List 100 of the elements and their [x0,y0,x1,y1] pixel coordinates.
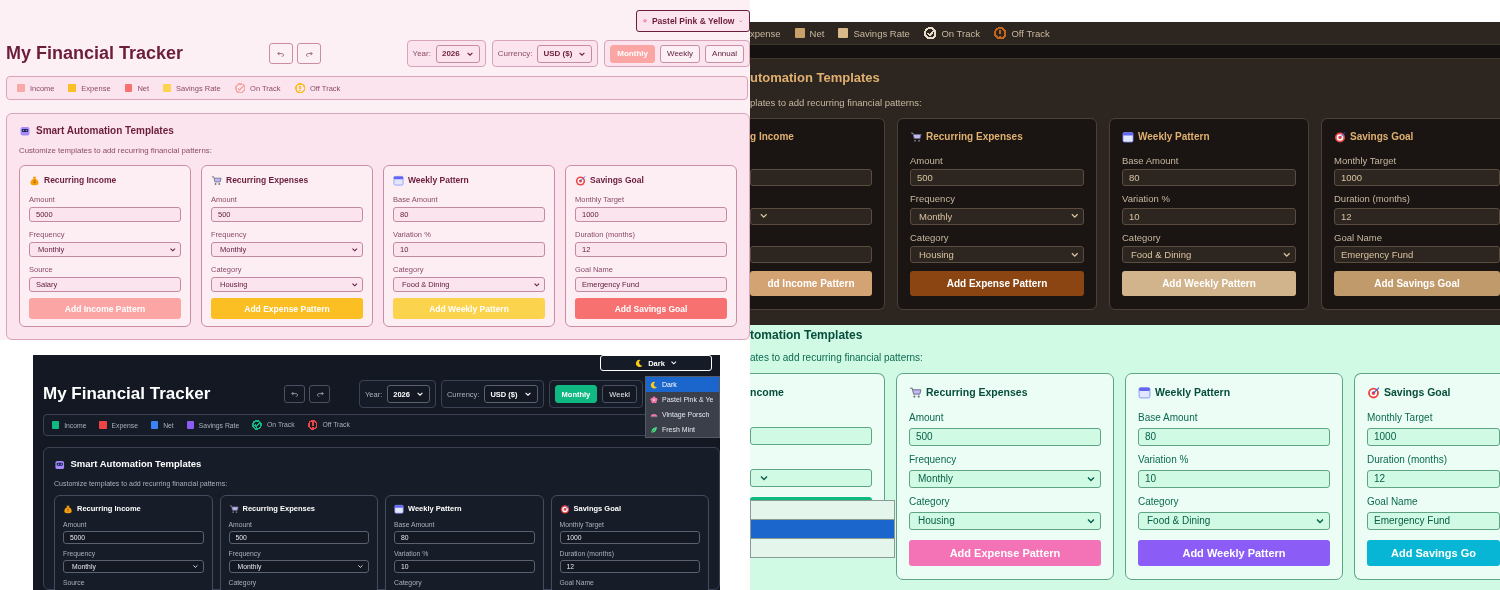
chevron-icon [523,390,532,398]
cart-icon [910,130,922,143]
input-field[interactable]: 80 [1122,169,1296,187]
input-field[interactable]: Emergency Fund [1367,511,1500,530]
card-title: Weekly Pattern [408,175,469,186]
theme-select[interactable]: Pastel Pink & Yellow [636,10,750,32]
card-title: ncome [750,385,784,399]
calendar-icon [1138,385,1151,399]
card-title: Recurring Expenses [926,386,1028,399]
chevron-icon [669,359,678,367]
dropdown[interactable] [750,469,872,488]
chevron-icon [532,280,540,289]
field-label: Duration (months) [1334,193,1412,205]
cart-icon [211,175,222,186]
redo-icon [315,391,324,397]
card-title: Recurring Income [44,175,117,186]
input-field[interactable] [750,246,872,264]
input-field[interactable] [750,169,872,187]
dropdown[interactable]: Food & Dining [1138,511,1330,530]
cart-icon [228,503,239,514]
card-title: Weekly Pattern [1155,386,1231,399]
dropdown[interactable]: Monthly [910,207,1084,225]
field-label: Category [910,231,950,244]
input-field[interactable]: Emergency Fund [1334,246,1500,264]
section-title: tomation Templates [750,329,863,343]
add-button[interactable]: Add Expense Pattern [910,271,1084,297]
chevron-icon [350,280,358,289]
robot-icon [54,459,66,471]
field-label: Category [909,495,951,508]
target-icon [575,175,586,186]
calendar-icon [1122,130,1134,143]
undo-button[interactable] [269,43,294,64]
chevron-icon [357,562,364,570]
undo-button[interactable] [284,385,306,403]
field-label: Amount [909,411,945,424]
dropdown[interactable]: Food & Dining [1122,246,1296,264]
chevron-icon [759,211,769,221]
field-label: Variation % [1138,453,1190,466]
period-tab[interactable]: Weekly [660,44,701,63]
undo-icon [277,50,286,57]
card-title: Recurring Expenses [226,175,309,186]
currency-select[interactable]: USD ($) [537,44,593,63]
card-title: Savings Goal [590,175,644,186]
year-select[interactable]: 2026 [435,44,480,63]
input-field[interactable]: 1000 [1334,169,1500,187]
legend-label: Net [809,27,825,39]
input-field[interactable]: 12 [1367,469,1500,488]
input-field[interactable]: 1000 [1367,427,1500,446]
card-title: Savings Goal [1384,386,1451,399]
dropdown[interactable]: Monthly [909,469,1101,488]
field-label: Frequency [909,453,958,466]
input-field[interactable]: 500 [910,169,1084,187]
dropdown[interactable]: Housing [909,511,1101,530]
field-label: Base Amount [1138,411,1199,424]
redo-icon [305,50,314,57]
field-label: Monthly Target [1367,411,1434,424]
target-icon [1367,385,1380,399]
legend-label: xpense [750,27,781,39]
input-field[interactable] [750,427,872,446]
card-title: g Income [750,130,794,143]
input-field[interactable]: 10 [1138,469,1330,488]
add-button[interactable]: Add Weekly Pattern [1138,539,1330,566]
field-label: Frequency [910,193,956,205]
dropdown[interactable] [750,207,872,225]
input-field[interactable]: 10 [1122,207,1296,225]
legend-label: Off Track [1011,27,1050,39]
input-field[interactable]: 500 [909,427,1101,446]
money-bag-icon [63,503,73,514]
redo-button[interactable] [297,43,322,64]
legend-label: On Track [941,27,980,39]
section-title: Smart Automation Templates [70,459,202,471]
section-description: ates to add recurring financial patterns: [750,351,924,363]
field-label: Goal Name [1334,231,1384,244]
app-title: My Financial Tracker [6,43,184,64]
period-tab[interactable]: Annual [705,44,744,63]
chevron-icon [168,245,176,254]
section-description: plates to add recurring financial patterns: [750,96,923,108]
field-label: Base Amount [1122,154,1180,167]
section-title: Smart Automation Templates [36,125,174,137]
app-title: My Financial Tracker [43,384,211,404]
input-field[interactable]: 12 [1334,207,1500,225]
undo-icon [290,391,299,397]
dropdown-option[interactable] [751,519,894,538]
redo-button[interactable] [309,385,331,403]
dropdown[interactable]: Housing [910,246,1084,264]
leaf-icon [650,425,658,434]
field-label: Amount [910,154,944,167]
field-label: Monthly Target [1334,154,1398,167]
card-title: Recurring Expenses [926,130,1023,143]
calendar-icon [393,175,404,186]
chevron-icon [191,562,199,570]
year-label: Year: [412,49,431,58]
card-title: Weekly Pattern [1138,130,1210,143]
input-field[interactable]: 80 [1138,427,1330,446]
legend-label: Savings Rate [853,27,910,39]
dropdown-option[interactable] [751,538,894,557]
dropdown-option[interactable] [751,500,894,519]
money-bag-icon [29,175,40,186]
moon-icon [650,380,658,389]
target-icon [1334,130,1346,143]
